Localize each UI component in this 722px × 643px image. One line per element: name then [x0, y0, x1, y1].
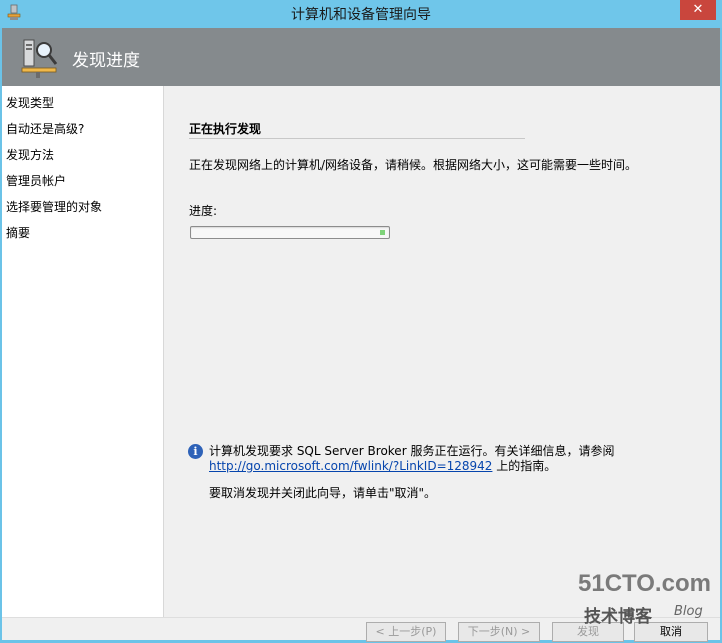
- sidebar-item-select-objects[interactable]: 选择要管理的对象: [6, 198, 102, 215]
- window-title: 计算机和设备管理向导: [291, 7, 431, 23]
- info-link[interactable]: http://go.microsoft.com/fwlink/?LinkID=1…: [209, 459, 492, 473]
- info-text: 计算机发现要求 SQL Server Broker 服务正在运行。有关详细信息，…: [209, 444, 615, 458]
- close-button[interactable]: ✕: [680, 0, 716, 20]
- next-button[interactable]: 下一步(N) >: [458, 622, 540, 642]
- section-title: 正在执行发现: [189, 122, 262, 136]
- title-bar: 计算机和设备管理向导 ✕: [0, 0, 722, 28]
- previous-button[interactable]: < 上一步(P): [366, 622, 446, 642]
- main-content: 正在执行发现 正在发现网络上的计算机/网络设备，请稍候。根据网络大小，这可能需要…: [164, 86, 720, 617]
- wizard-window: 发现进度 发现类型 自动还是高级? 发现方法 管理员帐户 选择要管理的对象 摘要…: [2, 28, 720, 642]
- watermark-blog: Blog: [674, 604, 703, 619]
- watermark-tagline: 技术博客: [584, 607, 652, 627]
- info-icon: i: [188, 444, 203, 459]
- progress-indicator: [380, 230, 385, 235]
- watermark: 51CTO.com 技术博客 Blog: [578, 570, 718, 640]
- sidebar-item-auto-or-advanced[interactable]: 自动还是高级?: [6, 120, 84, 137]
- wizard-header: 发现进度: [2, 28, 720, 86]
- sidebar-item-admin-account[interactable]: 管理员帐户: [6, 172, 66, 189]
- progress-bar: [190, 226, 390, 239]
- sidebar-item-summary[interactable]: 摘要: [6, 224, 30, 241]
- description-text: 正在发现网络上的计算机/网络设备，请稍候。根据网络大小，这可能需要一些时间。: [189, 158, 638, 172]
- sidebar-item-discovery-method[interactable]: 发现方法: [6, 146, 54, 163]
- watermark-site: 51CTO.com: [578, 570, 711, 597]
- cancel-instruction: 要取消发现并关闭此向导，请单击"取消"。: [209, 486, 437, 500]
- info-message: 计算机发现要求 SQL Server Broker 服务正在运行。有关详细信息，…: [209, 444, 614, 474]
- page-title: 发现进度: [72, 51, 140, 71]
- computer-magnifier-icon: [21, 39, 58, 78]
- sidebar-item-discovery-type[interactable]: 发现类型: [6, 94, 54, 111]
- wizard-steps-sidebar: 发现类型 自动还是高级? 发现方法 管理员帐户 选择要管理的对象 摘要: [2, 86, 164, 617]
- progress-label: 进度:: [189, 204, 218, 218]
- section-divider: [189, 138, 525, 139]
- info-suffix: 上的指南。: [496, 459, 557, 473]
